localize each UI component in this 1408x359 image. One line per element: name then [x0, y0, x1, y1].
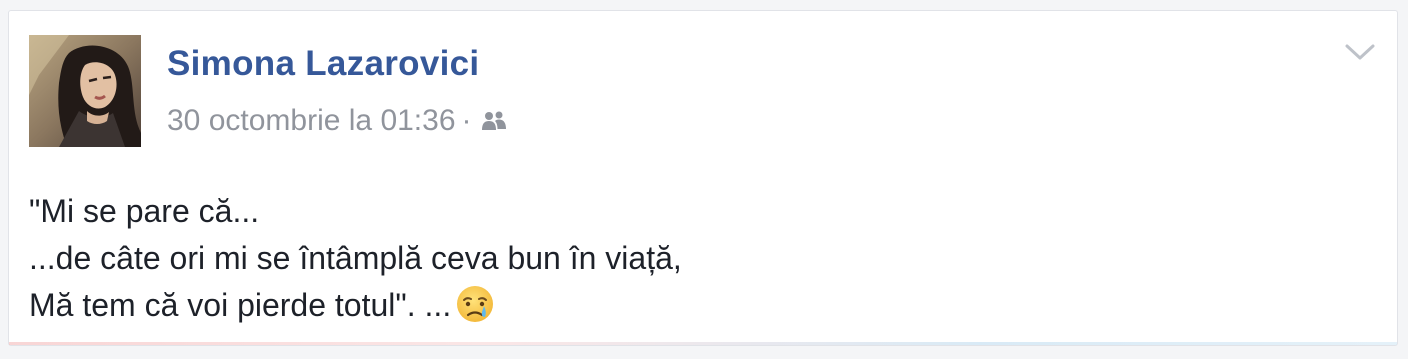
- post-line-2: ...de câte ori mi se întâmplă ceva bun î…: [29, 240, 682, 276]
- avatar[interactable]: [29, 35, 141, 147]
- post-card: Simona Lazarovici 30 octombrie la 01:36 …: [8, 10, 1398, 346]
- post-timestamp[interactable]: 30 octombrie la 01:36: [167, 104, 456, 138]
- avatar-photo: [29, 35, 141, 147]
- post-line-3-text: Mă tem că voi pierde totul". ...: [29, 287, 452, 323]
- chevron-down-icon[interactable]: [1343, 41, 1377, 63]
- post-body: "Mi se pare că... ...de câte ori mi se î…: [29, 188, 682, 329]
- friends-icon[interactable]: [480, 110, 508, 132]
- post-line-1: "Mi se pare că...: [29, 193, 260, 229]
- post-line-3: Mă tem că voi pierde totul". ...: [29, 282, 682, 329]
- meta-separator: ·: [461, 104, 472, 137]
- card-bottom-border: [9, 342, 1397, 345]
- author-name-link[interactable]: Simona Lazarovici: [167, 44, 479, 84]
- post-meta: 30 octombrie la 01:36 ·: [167, 101, 508, 141]
- crying-face-emoji-icon: [457, 286, 494, 322]
